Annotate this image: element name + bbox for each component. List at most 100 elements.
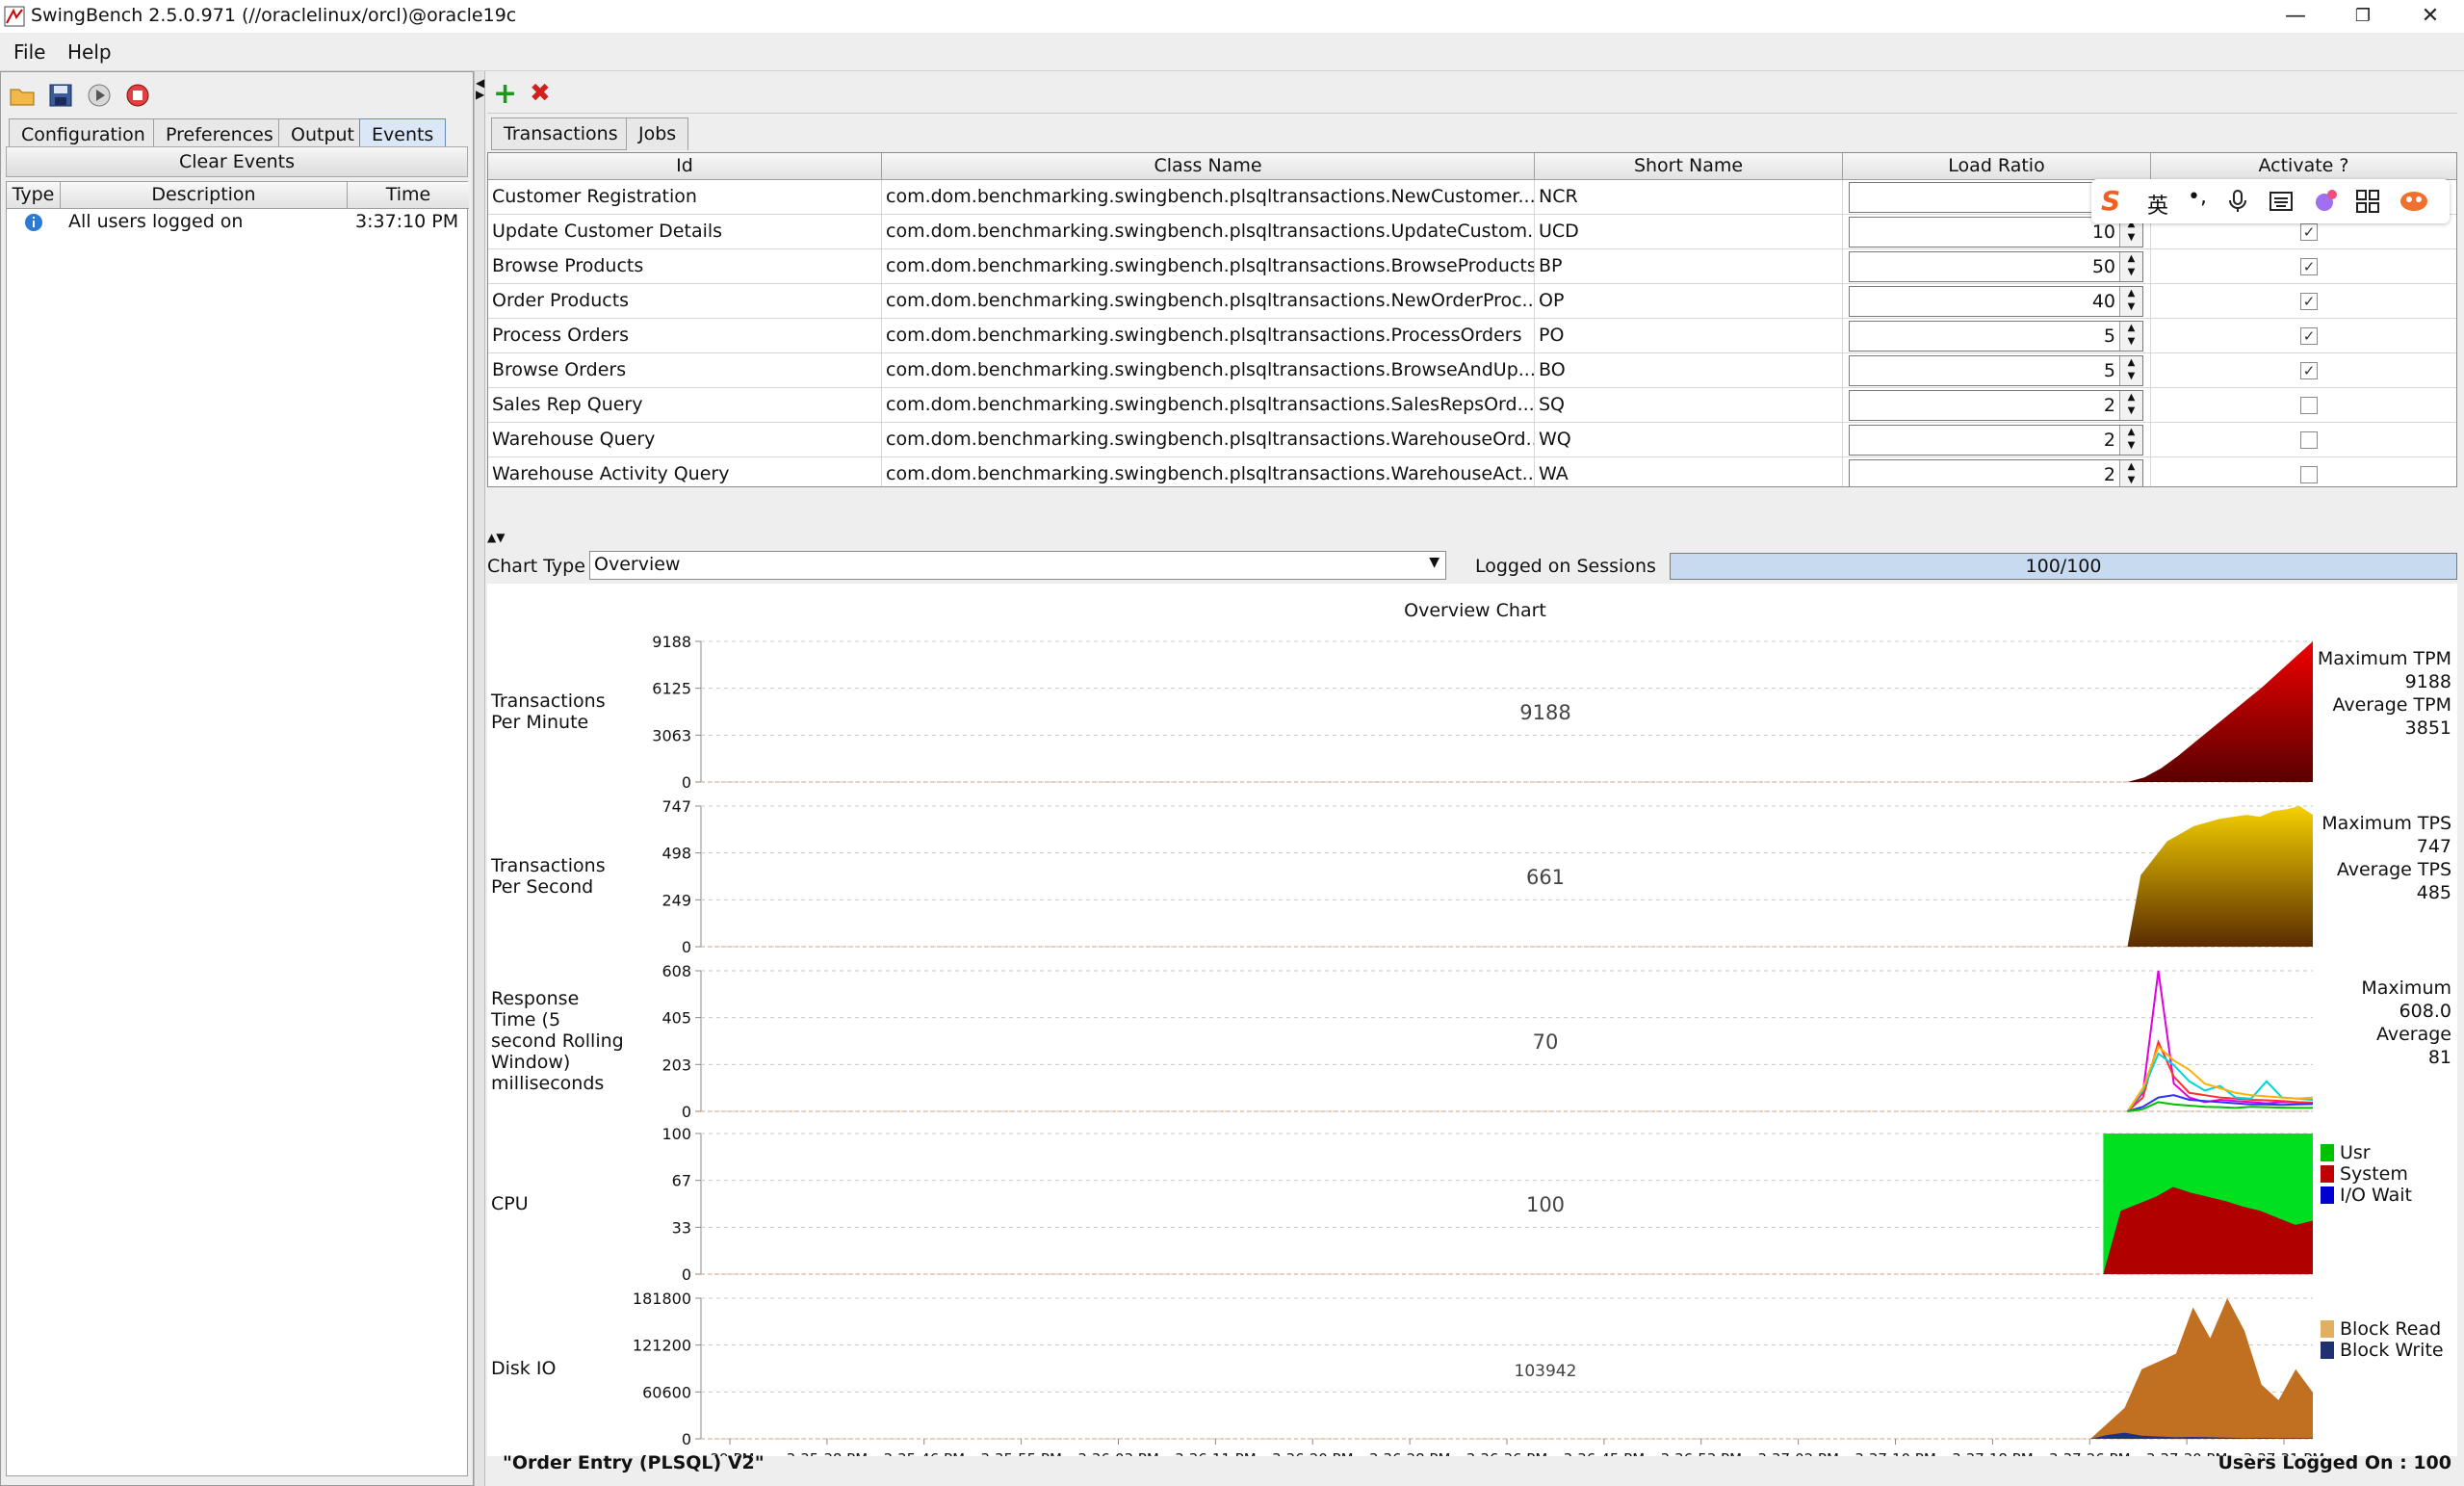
transaction-id: Update Customer Details [488,215,882,249]
activate-cell: ✓ [2151,353,2456,388]
panel-label: Disk IO [491,1358,556,1379]
x-tick-label: 3:37:02 PM [1757,1450,1839,1456]
activate-checkbox[interactable]: ✓ [2300,362,2318,379]
mic-icon[interactable] [2226,189,2249,214]
panel-label: second Rolling [491,1030,624,1052]
load-ratio-spinner[interactable]: 2 ▲ ▼ [1849,425,2143,456]
transaction-class-name: com.dom.benchmarking.swingbench.plsqltra… [882,423,1535,457]
transaction-id: Process Orders [488,319,882,353]
column-header-activate[interactable]: Activate ? [2151,153,2456,180]
y-tick-label: 33 [672,1218,691,1237]
load-ratio-cell: 40 ▲ ▼ [1843,284,2151,319]
menu-help[interactable]: Help [67,40,112,64]
transaction-short-name: UCD [1535,215,1843,249]
panel-stat: 81 [2428,1047,2451,1068]
grid-icon[interactable] [2355,189,2380,214]
y-tick-label: 0 [682,773,691,792]
activate-checkbox[interactable] [2300,466,2318,483]
spinner-arrows-icon[interactable]: ▲▼ [2119,252,2142,281]
delete-icon[interactable]: ✖ [530,79,551,108]
activate-checkbox[interactable]: ✓ [2300,258,2318,275]
language-toggle[interactable]: 英 [2147,189,2168,220]
tab-transactions[interactable]: Transactions [491,117,631,150]
spinner-arrows-icon[interactable]: ▲▼ [2119,356,2142,385]
spinner-arrows-icon[interactable]: ▲▼ [2119,322,2142,351]
load-ratio-spinner[interactable]: 5 ▲ ▼ [1849,355,2143,386]
menu-file[interactable]: File [13,40,45,64]
logged-on-sessions-label: Logged on Sessions [1475,556,1656,577]
keyboard-icon[interactable] [2269,191,2294,212]
transaction-class-name: com.dom.benchmarking.swingbench.plsqltra… [882,215,1535,249]
punctuation-icon[interactable]: •, [2188,185,2207,209]
y-tick-label: 0 [682,1103,691,1121]
activate-checkbox[interactable] [2300,431,2318,449]
splitter-arrows[interactable]: ◀ ▶ [476,77,484,100]
legend-label: I/O Wait [2340,1185,2412,1206]
load-ratio-spinner[interactable]: 50 ▲ ▼ [1849,251,2143,282]
transaction-id: Warehouse Query [488,423,882,457]
clear-events-button[interactable]: Clear Events [6,146,468,177]
spinner-arrows-icon[interactable]: ▲▼ [2119,460,2142,486]
column-header-load-ratio[interactable]: Load Ratio [1843,153,2151,180]
y-tick-label: 3063 [652,726,691,744]
load-ratio-spinner[interactable]: 5 ▲ ▼ [1849,321,2143,352]
table-row[interactable]: Warehouse Query com.dom.benchmarking.swin… [488,423,2456,457]
x-tick-label: 3:36:03 PM [1077,1450,1159,1456]
column-header-short-name[interactable]: Short Name [1535,153,1843,180]
restore-icon[interactable]: ❐ [2334,0,2392,33]
load-ratio-value: 2 [2103,430,2115,451]
table-row[interactable]: Sales Rep Query com.dom.benchmarking.swin… [488,388,2456,423]
open-folder-icon[interactable] [9,82,36,109]
table-row[interactable]: All users logged on 3:37:10 PM [7,209,469,236]
table-row[interactable]: Warehouse Activity Query com.dom.benchmar… [488,457,2456,486]
table-row[interactable]: Browse Products com.dom.benchmarking.swin… [488,249,2456,284]
activate-checkbox[interactable]: ✓ [2300,327,2318,345]
swingbench-app-icon [4,6,25,27]
y-tick-label: 67 [672,1172,691,1190]
start-icon[interactable] [86,82,113,109]
minimize-icon[interactable]: — [2267,0,2324,33]
skin-icon[interactable] [2313,187,2340,214]
column-header-description[interactable]: Description [61,182,348,209]
disk-io-area [2089,1298,2313,1439]
sogou-logo-icon[interactable]: S [2101,185,2120,217]
activate-checkbox[interactable]: ✓ [2300,293,2318,310]
column-header-time[interactable]: Time [348,182,469,209]
table-row[interactable]: Browse Orders com.dom.benchmarking.swingb… [488,353,2456,388]
table-row[interactable]: Process Orders com.dom.benchmarking.swing… [488,319,2456,353]
load-ratio-spinner[interactable]: 40 ▲ ▼ [1849,286,2143,317]
load-ratio-spinner[interactable]: 2 ▲ ▼ [1849,390,2143,421]
load-ratio-value: 5 [2103,326,2115,347]
sessions-progress-bar: 100/100 [1670,553,2457,580]
chart-type-select[interactable]: Overview ▼ [589,551,1446,580]
spinner-arrows-icon[interactable]: ▲▼ [2119,426,2142,455]
y-tick-label: 9188 [652,633,691,651]
legend-label: System [2340,1163,2408,1185]
activate-checkbox[interactable]: ✓ [2300,223,2318,241]
spinner-arrows-icon[interactable]: ▲▼ [2119,287,2142,316]
add-icon[interactable]: + [493,77,517,111]
spinner-arrows-icon[interactable]: ▲▼ [2119,391,2142,420]
mascot-icon[interactable] [2398,187,2430,214]
close-icon[interactable]: ✕ [2401,0,2459,33]
events-table: Type Description Time All users logged o… [6,181,469,1476]
y-tick-label: 0 [682,1265,691,1284]
save-icon[interactable] [47,82,74,109]
stop-icon[interactable] [124,82,151,109]
transaction-class-name: com.dom.benchmarking.swingbench.plsqltra… [882,319,1535,353]
menu-bar: File Help [0,33,2464,71]
divider-collapse-icon[interactable]: ▲▼ [487,532,505,543]
column-header-id[interactable]: Id [488,153,882,180]
column-header-class-name[interactable]: Class Name [882,153,1535,180]
activate-checkbox[interactable] [2300,397,2318,414]
panel-stat: Average [2376,1024,2451,1045]
legend-swatch [2321,1144,2334,1161]
table-row[interactable]: Order Products com.dom.benchmarking.swing… [488,284,2456,319]
response-time-line [2127,1101,2313,1112]
column-header-type[interactable]: Type [7,182,61,209]
load-ratio-spinner[interactable]: 2 ▲ ▼ [1849,459,2143,486]
activate-cell: ✓ [2151,319,2456,353]
panel-splitter[interactable]: ◀ ▶ [474,71,485,1486]
tab-jobs[interactable]: Jobs [626,117,689,150]
panel-stat: 747 [2417,836,2451,857]
